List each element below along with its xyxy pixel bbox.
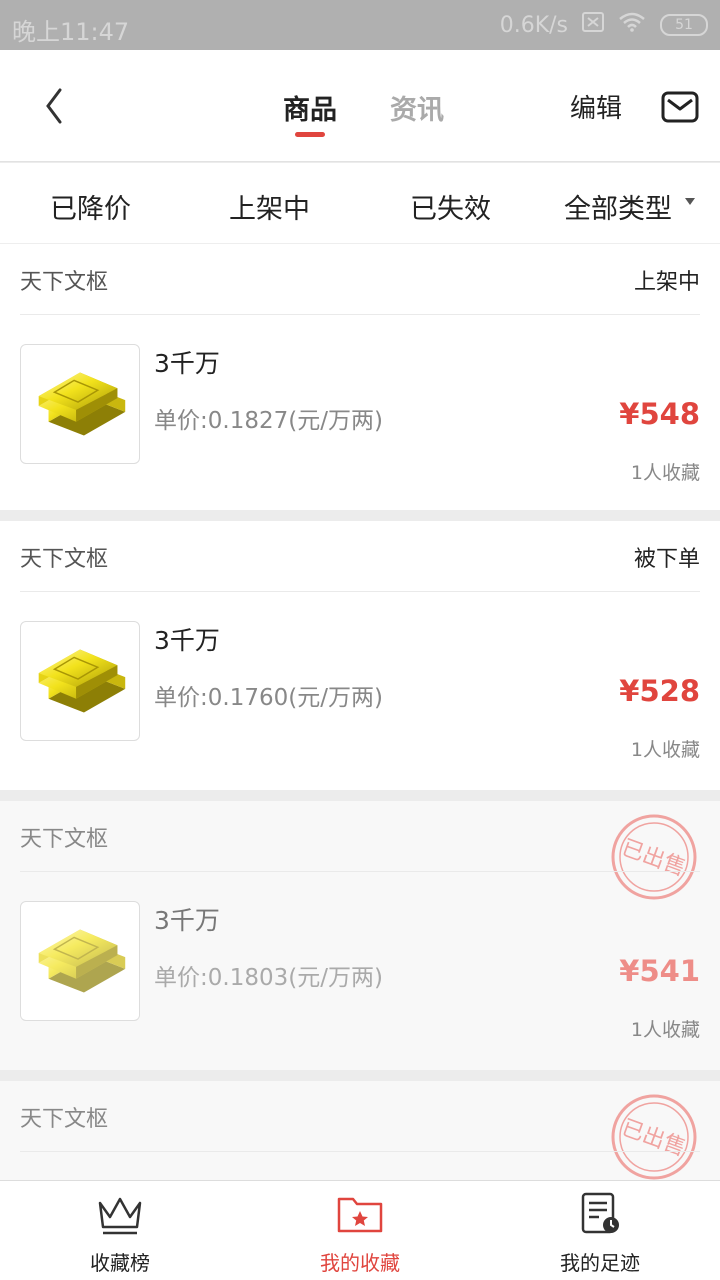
unit-price: 单价:0.1803(元/万两) [154, 965, 383, 991]
mail-button[interactable] [661, 90, 699, 124]
active-tab-indicator [295, 132, 325, 137]
collection-item[interactable]: 天下文枢 上架中 3千万 单价:0.1827(元/万两) ¥548 1人收藏 [0, 244, 720, 510]
collection-item[interactable]: 天下文枢 被下单 3千万 单价:0.1760(元/万两) ¥528 1人收藏 [0, 521, 720, 790]
sold-stamp: 已出售 [610, 813, 698, 901]
item-status: 被下单 [633, 547, 700, 572]
gold-bars-image [37, 648, 126, 714]
unit-price: 单价:0.1760(元/万两) [154, 685, 383, 711]
history-document-icon [575, 1191, 625, 1237]
item-status: 上架中 [633, 270, 700, 295]
crown-icon [95, 1191, 145, 1237]
product-title: 3千万 [154, 349, 220, 378]
product-thumbnail[interactable] [20, 901, 140, 1021]
nav-label: 收藏榜 [90, 1251, 150, 1275]
battery-indicator: 51 [660, 14, 708, 36]
chevron-left-icon [46, 88, 62, 124]
product-thumbnail[interactable] [20, 344, 140, 464]
divider [20, 1151, 700, 1152]
gold-bars-image [37, 371, 126, 437]
tab-news[interactable]: 资讯 [390, 88, 444, 127]
status-time: 晚上11:47 [12, 18, 130, 46]
nav-label: 我的足迹 [560, 1251, 640, 1275]
filter-on-shelf[interactable]: 上架中 [229, 187, 310, 226]
filter-price-dropped[interactable]: 已降价 [50, 187, 131, 226]
filter-bar: 已降价 上架中 已失效 全部类型 [0, 163, 720, 244]
shop-name: 天下文枢 [20, 547, 109, 572]
collection-item[interactable]: 天下文枢 已出售 [0, 1081, 720, 1180]
mail-icon [661, 91, 699, 123]
dropdown-caret-icon [685, 198, 695, 205]
unit-price: 单价:0.1827(元/万两) [154, 408, 383, 434]
shop-name: 天下文枢 [20, 1107, 109, 1132]
product-title: 3千万 [154, 626, 220, 655]
divider [20, 871, 700, 872]
divider [20, 591, 700, 592]
gold-bars-image [37, 928, 126, 994]
product-title: 3千万 [154, 906, 220, 935]
header-bar: 商品 资讯 编辑 [0, 50, 720, 162]
sold-stamp: 已出售 [610, 1093, 698, 1181]
collection-item[interactable]: 天下文枢 已出售 3千万 单价:0.1803(元/万两) ¥541 1人收藏 [0, 801, 720, 1070]
nav-my-collection[interactable]: 我的收藏 [280, 1191, 440, 1276]
status-bar: 晚上11:47 0.6K/s 51 [0, 0, 720, 50]
product-price: ¥548 [619, 397, 700, 431]
network-speed: 0.6K/s [499, 12, 568, 38]
nav-collection-ranking[interactable]: 收藏榜 [40, 1191, 200, 1276]
divider [20, 314, 700, 315]
sim-icon [582, 12, 604, 38]
back-button[interactable] [40, 86, 70, 126]
bottom-nav: 收藏榜 我的收藏 我的足迹 [0, 1180, 720, 1280]
nav-my-history[interactable]: 我的足迹 [520, 1191, 680, 1276]
favorite-count: 1人收藏 [630, 462, 700, 484]
wifi-icon [618, 12, 646, 38]
sold-stamp-text: 已出售 [618, 1115, 689, 1161]
tab-goods[interactable]: 商品 [283, 88, 337, 127]
star-folder-icon [335, 1191, 385, 1237]
shop-name: 天下文枢 [20, 270, 109, 295]
filter-all-types[interactable]: 全部类型 [564, 187, 672, 226]
product-thumbnail[interactable] [20, 621, 140, 741]
filter-expired[interactable]: 已失效 [410, 187, 491, 226]
sold-stamp-text: 已出售 [618, 835, 689, 881]
edit-button[interactable]: 编辑 [570, 88, 622, 125]
favorite-count: 1人收藏 [630, 1019, 700, 1041]
favorite-count: 1人收藏 [630, 739, 700, 761]
nav-label: 我的收藏 [320, 1251, 400, 1275]
shop-name: 天下文枢 [20, 827, 109, 852]
product-price: ¥541 [619, 954, 700, 988]
product-price: ¥528 [619, 674, 700, 708]
